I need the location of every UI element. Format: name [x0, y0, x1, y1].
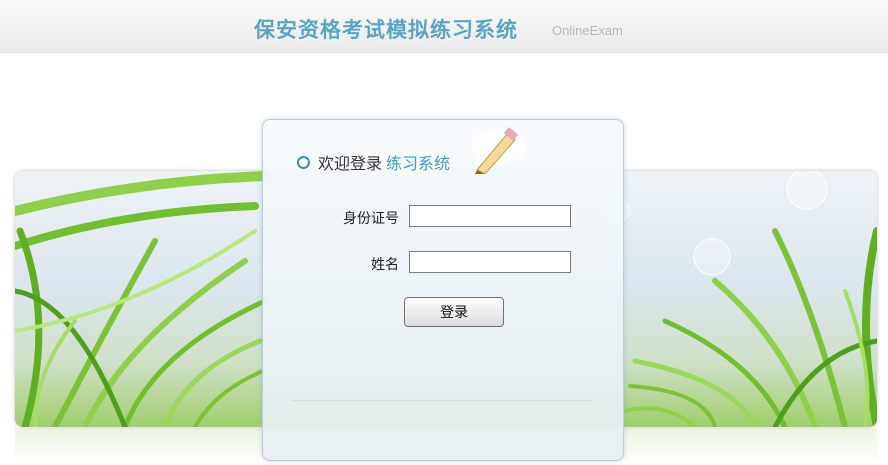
id-number-input[interactable] [409, 205, 571, 227]
name-row: 姓名 [263, 251, 623, 275]
id-number-row: 身份证号 [263, 205, 623, 229]
app-subtitle: OnlineExam [552, 23, 623, 38]
id-number-label: 身份证号 [343, 211, 399, 227]
panel-divider [293, 400, 593, 401]
name-label: 姓名 [371, 257, 399, 273]
pen-icon [471, 127, 527, 174]
login-button[interactable]: 登录 [404, 297, 504, 327]
circle-bullet-icon [297, 155, 310, 169]
panel-heading: 欢迎登录 练习系统 [297, 151, 450, 173]
welcome-text: 欢迎登录 [318, 154, 383, 173]
welcome-accent-text: 练习系统 [386, 154, 451, 173]
name-input[interactable] [409, 251, 571, 273]
app-title: 保安资格考试模拟练习系统 [254, 18, 518, 42]
login-panel: 欢迎登录 练习系统 身份证号 姓名 登录 [262, 119, 624, 461]
app-header: 保安资格考试模拟练习系统 OnlineExam [0, 0, 888, 53]
